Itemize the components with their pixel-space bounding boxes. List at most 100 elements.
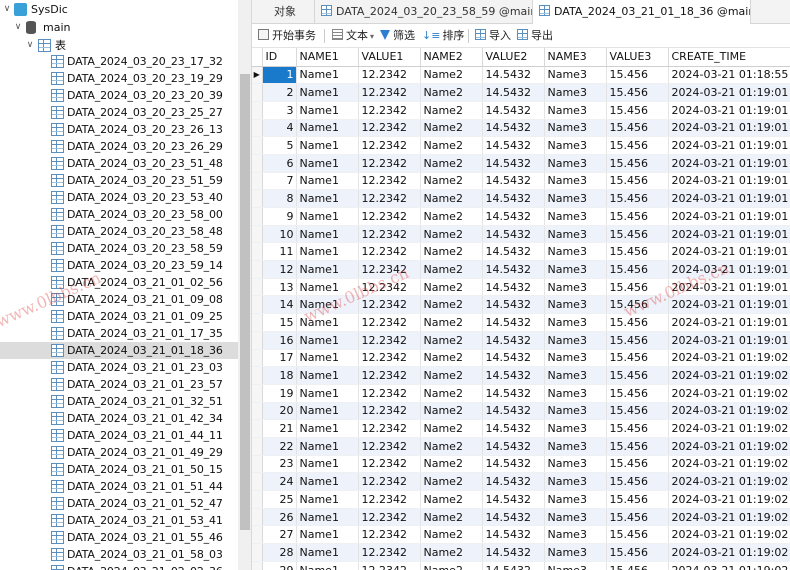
row-indicator[interactable] [252,189,263,208]
table-row[interactable]: 8 Name1 12.2342 Name2 14.5432 Name3 15.456 2024… [252,189,790,208]
grid-cell[interactable]: 14.5432 [482,561,545,570]
grid-cell[interactable]: Name1 [296,260,359,279]
grid-cell[interactable]: 2024-03-21 01:19:01 [668,101,790,120]
grid-cell[interactable]: Name1 [296,525,359,545]
grid-cell[interactable]: 26 [262,508,297,527]
row-indicator[interactable] [252,119,263,138]
table-row[interactable]: 14 Name1 12.2342 Name2 14.5432 Name3 15.456 202… [252,295,790,315]
tree-item-table[interactable]: DATA_2024_03_21_02_02_36 [0,563,238,570]
grid-cell[interactable]: 15.456 [606,242,669,262]
grid-cell[interactable]: 2024-03-21 01:19:01 [668,136,790,155]
grid-cell[interactable]: 15.456 [606,331,669,350]
grid-cell[interactable]: Name2 [420,349,483,368]
grid-cell[interactable]: 20 [262,402,297,421]
grid-cell[interactable]: Name3 [544,349,607,368]
tree-item-table[interactable]: DATA_2024_03_20_23_25_27 [0,104,238,121]
tree-item-table[interactable]: DATA_2024_03_21_01_32_51 [0,393,238,410]
tree-scrollbar[interactable] [238,0,251,570]
row-indicator[interactable] [252,207,263,226]
table-row[interactable]: ▶ 1 Name1 12.2342 Name2 14.5432 Name3 15.456 202… [252,66,790,85]
grid-cell[interactable]: Name3 [544,189,607,208]
tab-objects[interactable]: 对象 [252,0,315,24]
grid-cell[interactable]: 14.5432 [482,136,545,155]
tree-item-table[interactable]: DATA_2024_03_20_23_59_14 [0,257,238,274]
grid-cell[interactable]: Name2 [420,295,483,315]
grid-cell[interactable]: 13 [262,278,297,297]
grid-cell[interactable]: Name2 [420,136,483,155]
grid-cell[interactable]: 4 [262,119,297,138]
grid-cell[interactable]: 2024-03-21 01:19:02 [668,543,790,562]
grid-cell[interactable]: Name2 [420,437,483,456]
table-row[interactable]: 28 Name1 12.2342 Name2 14.5432 Name3 15.456 202… [252,543,790,562]
grid-cell[interactable]: 15.456 [606,278,669,297]
collapse-chevron-icon[interactable]: ∨ [13,19,23,36]
grid-cell[interactable]: Name1 [296,119,359,138]
tree-item-table[interactable]: DATA_2024_03_21_01_23_57 [0,376,238,393]
row-indicator[interactable] [252,490,263,509]
tree-item-table[interactable]: DATA_2024_03_21_01_58_03 [0,546,238,563]
grid-cell[interactable]: 12.2342 [358,154,421,173]
grid-cell[interactable]: Name2 [420,119,483,138]
grid-cell[interactable]: 14 [262,295,297,315]
scrollbar-thumb[interactable] [240,74,250,530]
table-row[interactable]: 17 Name1 12.2342 Name2 14.5432 Name3 15.456 202… [252,349,790,368]
grid-cell[interactable]: Name1 [296,154,359,173]
row-indicator[interactable] [252,472,263,491]
grid-cell[interactable]: Name1 [296,313,359,332]
table-row[interactable]: 5 Name1 12.2342 Name2 14.5432 Name3 15.456 2024… [252,136,790,155]
grid-cell[interactable]: 15.456 [606,366,669,385]
grid-cell[interactable]: Name2 [420,472,483,491]
grid-cell[interactable]: 2024-03-21 01:19:01 [668,207,790,226]
grid-cell[interactable]: Name3 [544,172,607,191]
grid-cell[interactable]: 12.2342 [358,419,421,438]
table-row[interactable]: 4 Name1 12.2342 Name2 14.5432 Name3 15.456 2024… [252,119,790,138]
table-row[interactable]: 23 Name1 12.2342 Name2 14.5432 Name3 15.456 202… [252,455,790,474]
grid-cell[interactable]: 12.2342 [358,543,421,562]
tree-item-table[interactable]: DATA_2024_03_20_23_17_32 [0,53,238,70]
grid-cell[interactable]: 11 [262,242,297,262]
grid-cell[interactable]: Name3 [544,278,607,297]
tree-item-table[interactable]: DATA_2024_03_21_01_50_15 [0,461,238,478]
grid-cell[interactable]: 2024-03-21 01:19:02 [668,349,790,368]
grid-cell[interactable]: Name2 [420,101,483,120]
grid-cell[interactable]: 14.5432 [482,154,545,173]
table-row[interactable]: 2 Name1 12.2342 Name2 14.5432 Name3 15.456 2024… [252,83,790,102]
tree-item-table[interactable]: DATA_2024_03_20_23_58_00 [0,206,238,223]
grid-cell[interactable]: Name2 [420,490,483,509]
grid-cell[interactable]: 12.2342 [358,207,421,226]
grid-cell[interactable]: Name2 [420,154,483,173]
grid-cell[interactable]: Name3 [544,260,607,279]
grid-cell[interactable]: 2024-03-21 01:19:01 [668,295,790,315]
grid-cell[interactable]: 14.5432 [482,455,545,474]
grid-cell[interactable]: 15.456 [606,83,669,102]
grid-cell[interactable]: 14.5432 [482,313,545,332]
grid-cell[interactable]: 15.456 [606,472,669,491]
grid-cell[interactable]: 12.2342 [358,136,421,155]
grid-cell[interactable]: Name1 [296,366,359,385]
grid-cell[interactable]: Name2 [420,331,483,350]
column-header[interactable]: NAME2 [420,48,483,67]
tree-item-table[interactable]: DATA_2024_03_20_23_51_59 [0,172,238,189]
column-header[interactable]: VALUE3 [606,48,669,67]
grid-cell[interactable]: 2024-03-21 01:19:02 [668,437,790,456]
grid-cell[interactable]: Name1 [296,225,359,244]
grid-cell[interactable]: Name2 [420,455,483,474]
grid-cell[interactable]: 14.5432 [482,490,545,509]
grid-cell[interactable]: 17 [262,349,297,368]
table-row[interactable]: 19 Name1 12.2342 Name2 14.5432 Name3 15.456 202… [252,384,790,403]
grid-cell[interactable]: 15.456 [606,136,669,155]
grid-cell[interactable]: 14.5432 [482,437,545,456]
grid-cell[interactable]: 2024-03-21 01:19:01 [668,189,790,208]
grid-cell[interactable]: Name2 [420,525,483,545]
grid-cell[interactable]: Name1 [296,207,359,226]
table-row[interactable]: 16 Name1 12.2342 Name2 14.5432 Name3 15.456 202… [252,331,790,350]
grid-cell[interactable]: 23 [262,455,297,474]
grid-cell[interactable]: 14.5432 [482,349,545,368]
grid-cell[interactable]: 12.2342 [358,260,421,279]
grid-cell[interactable]: 16 [262,331,297,350]
grid-cell[interactable]: Name1 [296,101,359,120]
grid-cell[interactable]: 12 [262,260,297,279]
grid-cell[interactable]: Name3 [544,295,607,315]
grid-cell[interactable]: 14.5432 [482,66,545,85]
tree-item-table[interactable]: DATA_2024_03_21_01_55_46 [0,529,238,546]
